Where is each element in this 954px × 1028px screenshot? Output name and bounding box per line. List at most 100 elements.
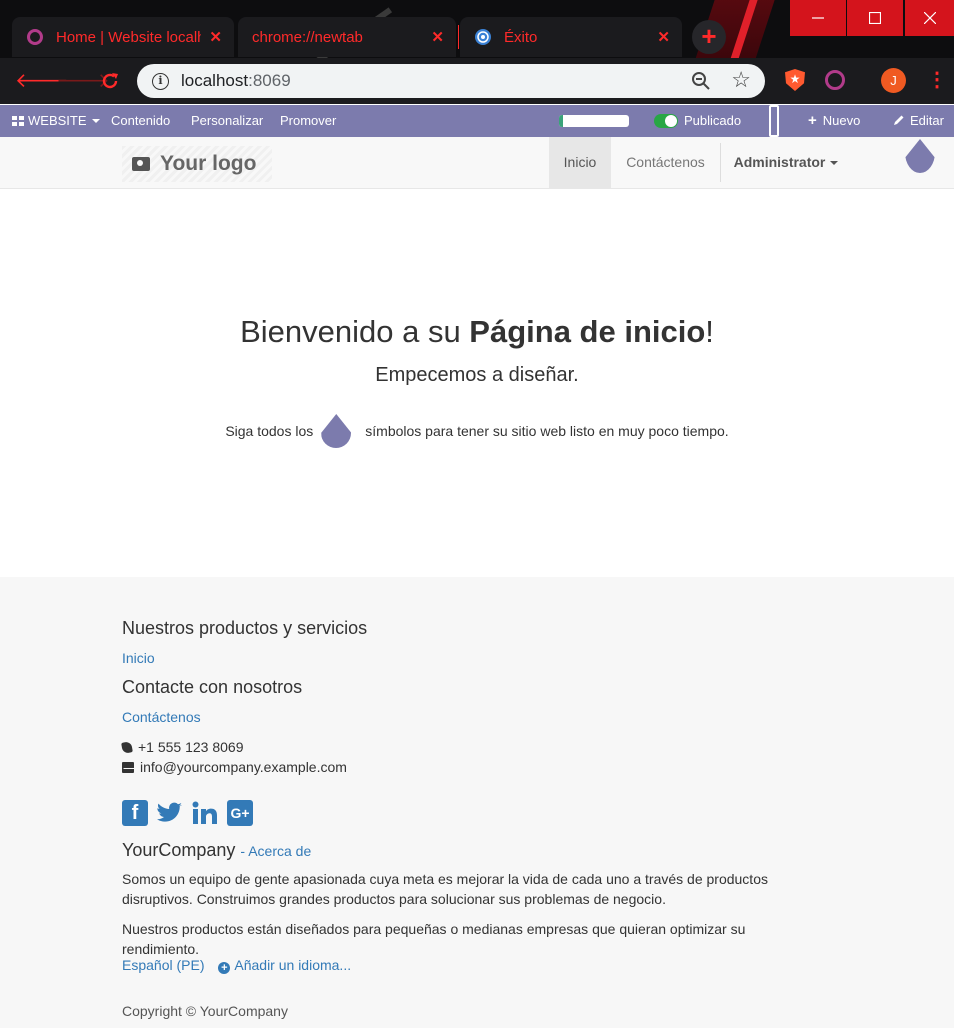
phone-icon (121, 741, 133, 754)
browser-tab-strip: Home | Website localhost ✕ chrome://newt… (0, 0, 954, 58)
minimize-icon (812, 17, 824, 19)
close-icon[interactable]: ✕ (209, 28, 222, 46)
browser-tab-home[interactable]: Home | Website localhost ✕ (12, 17, 234, 57)
site-info-icon[interactable]: i (152, 72, 169, 90)
nav-contactenos[interactable]: Contáctenos (612, 137, 719, 188)
tab-title: Éxito (504, 28, 538, 46)
reload-button[interactable] (96, 67, 124, 95)
editar-label: Editar (910, 113, 944, 128)
back-button[interactable]: 🡐 (15, 67, 69, 95)
editar-button[interactable]: Editar (893, 105, 944, 137)
tab-title: chrome://newtab (252, 28, 363, 46)
zoom-out-icon[interactable] (691, 71, 711, 91)
maximize-window-button[interactable] (847, 0, 903, 36)
apps-grid-icon (12, 116, 24, 126)
hero-subtitle: Empecemos a diseñar. (375, 364, 579, 386)
twitter-icon[interactable] (157, 800, 183, 826)
camera-icon (132, 157, 150, 171)
forward-button[interactable]: 🡒 (56, 67, 110, 95)
language-row: Español (PE) + Añadir un idioma... (122, 957, 351, 974)
close-icon[interactable]: ✕ (431, 28, 444, 46)
browser-tab-exito[interactable]: Éxito ✕ (460, 17, 682, 57)
google-plus-icon[interactable]: G+ (227, 800, 253, 826)
address-bar[interactable]: i localhost:8069 ☆ (137, 64, 765, 98)
footer-link-contactenos[interactable]: Contáctenos (122, 709, 201, 725)
new-tab-button[interactable]: + (692, 20, 726, 54)
drop-hint-icon (321, 414, 352, 448)
contenido-menu[interactable]: Contenido (111, 105, 170, 137)
about-link[interactable]: - Acerca de (240, 843, 311, 859)
website-menu[interactable]: WEBSITE (12, 105, 100, 137)
plus-icon: + (808, 112, 817, 129)
nav-divider (720, 143, 721, 182)
site-logo[interactable]: Your logo (122, 146, 272, 182)
exito-icon (475, 29, 491, 45)
add-language-link[interactable]: + Añadir un idioma... (218, 957, 352, 974)
email-address: info@yourcompany.example.com (140, 759, 347, 775)
publicado-label[interactable]: Publicado (684, 105, 741, 137)
hero-title-bold: Página de inicio (469, 314, 706, 349)
website-menu-label: WEBSITE (28, 113, 87, 128)
nuevo-button[interactable]: + Nuevo (808, 105, 860, 137)
pencil-icon (894, 115, 904, 125)
nav-user-menu[interactable]: Administrator (722, 137, 850, 188)
linkedin-icon[interactable] (192, 800, 218, 826)
company-products-note: Nuestros productos están diseñados para … (122, 921, 746, 957)
add-language-label: Añadir un idioma... (234, 957, 352, 973)
site-footer: Nuestros productos y servicios Inicio Co… (0, 577, 954, 1028)
facebook-icon[interactable]: f (122, 800, 148, 826)
user-name: Administrator (733, 154, 826, 170)
close-window-button[interactable] (905, 0, 954, 36)
browser-menu-icon[interactable]: ⋮ (927, 66, 947, 94)
progress-fill (559, 115, 564, 127)
odoo-extension-icon[interactable] (825, 70, 845, 90)
reload-icon (102, 73, 118, 89)
company-description: Somos un equipo de gente apasionada cuya… (122, 871, 768, 907)
phone-line: +1 555 123 8069 (121, 739, 244, 755)
maximize-icon (869, 12, 881, 24)
language-link[interactable]: Español (PE) (122, 957, 204, 973)
site-header: Your logo Inicio Contáctenos Administrat… (0, 137, 954, 189)
envelope-icon (122, 762, 134, 773)
tip-text-before: Siga todos los (225, 423, 314, 439)
hero-title-suffix: ! (705, 314, 714, 349)
contact-heading: Contacte con nosotros (122, 677, 303, 697)
personalizar-menu[interactable]: Personalizar (191, 105, 263, 137)
odoo-admin-bar: WEBSITE Contenido Personalizar Promover … (0, 105, 954, 137)
hero-title: Bienvenido a su Página de inicio! (0, 314, 954, 350)
company-line: YourCompany - Acerca de (122, 840, 311, 861)
mobile-preview-icon[interactable] (769, 105, 779, 137)
caret-down-icon (91, 119, 100, 123)
url-port: :8069 (248, 71, 291, 90)
publish-toggle[interactable] (654, 114, 678, 128)
plus-circle-icon: + (218, 962, 231, 974)
tab-title: Home | Website localhost (56, 28, 202, 46)
browser-tab-newtab[interactable]: chrome://newtab ✕ (238, 17, 456, 57)
phone-number: +1 555 123 8069 (138, 739, 244, 755)
email-line: info@yourcompany.example.com (122, 759, 347, 775)
hero-tip: Siga todos los símbolos para tener su si… (0, 414, 954, 448)
nav-inicio[interactable]: Inicio (549, 137, 611, 188)
url-host: localhost (181, 71, 249, 90)
odoo-icon (27, 29, 43, 45)
products-heading: Nuestros productos y servicios (122, 618, 368, 638)
logo-text: Your logo (160, 152, 257, 175)
nuevo-label: Nuevo (822, 113, 861, 128)
profile-avatar[interactable]: J (881, 68, 906, 93)
social-links: f G+ (122, 800, 253, 826)
promover-menu[interactable]: Promover (280, 105, 336, 137)
minimize-window-button[interactable] (790, 0, 846, 36)
copyright: Copyright © YourCompany (122, 1003, 288, 1019)
hero-section: Bienvenido a su Página de inicio! Empece… (0, 189, 954, 577)
close-icon[interactable]: ✕ (657, 28, 670, 46)
tab-separator (458, 25, 459, 49)
tip-text-after: símbolos para tener su sitio web listo e… (365, 423, 729, 439)
company-name: YourCompany (122, 840, 236, 860)
footer-link-inicio[interactable]: Inicio (122, 650, 155, 666)
onboarding-progress-bar[interactable] (559, 115, 629, 127)
bookmark-star-icon[interactable]: ☆ (731, 67, 751, 93)
caret-down-icon (830, 161, 839, 165)
url-text[interactable]: localhost:8069 (181, 71, 291, 91)
close-icon (923, 12, 936, 24)
hero-title-prefix: Bienvenido a su (240, 314, 470, 349)
